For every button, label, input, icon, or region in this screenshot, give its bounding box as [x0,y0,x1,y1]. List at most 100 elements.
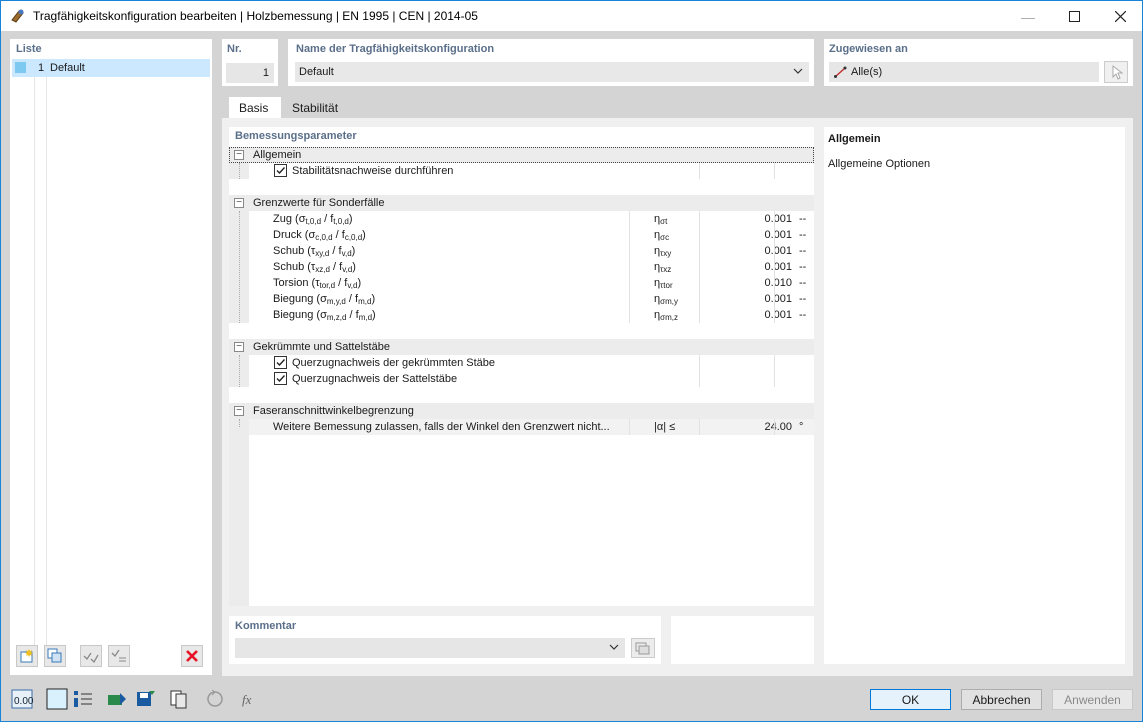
tab-stabilitaet[interactable]: Stabilität [282,97,348,119]
param-value[interactable]: 0.010 [719,277,792,289]
section-title: Gekrümmte und Sattelstäbe [253,341,390,353]
member-icon [834,66,847,81]
info-title: Allgemein [828,133,881,145]
section-curved[interactable]: − Gekrümmte und Sattelstäbe [229,339,814,355]
param-value[interactable]: 0.001 [719,293,792,305]
section-general[interactable]: − Allgemein [229,147,814,163]
param-row[interactable]: Weitere Bemessung zulassen, falls der Wi… [249,419,814,435]
param-symbol: ησm,y [654,293,678,306]
list-item-name: Default [50,62,85,74]
param-unit: -- [799,213,807,225]
assigned-value: Alle(s) [851,66,883,78]
info-icon[interactable] [71,688,95,710]
param-label: Biegung (σm,y,d / fm,d) [273,293,376,306]
comment-side-panel [671,616,814,664]
select-objects-button[interactable] [1104,61,1128,83]
units-icon[interactable]: 0.00 [10,688,34,710]
param-value[interactable]: 0.001 [719,229,792,241]
delete-button[interactable] [181,645,203,667]
param-row[interactable]: Druck (σc,0,d / fc,0,d) ησc 0.001 -- [249,227,814,243]
ok-button[interactable]: OK [870,689,951,710]
param-row[interactable]: Torsion (τtor,d / fv,d) ητtor 0.010 -- [249,275,814,291]
apply-button[interactable]: Anwenden [1052,689,1133,710]
nr-panel: Nr. 1 [222,39,278,86]
param-value[interactable]: 0.001 [719,213,792,225]
close-icon[interactable] [1097,1,1143,32]
nr-label: Nr. [227,43,242,55]
param-row[interactable]: Schub (τxz,d / fv,d) ητxz 0.001 -- [249,259,814,275]
collapse-icon[interactable]: − [234,342,244,352]
param-label: Biegung (σm,z,d / fm,d) [273,309,376,322]
section-fiber-angle[interactable]: − Faseranschnittwinkelbegrenzung [229,403,814,419]
param-value[interactable]: 0.001 [719,245,792,257]
param-label: Weitere Bemessung zulassen, falls der Wi… [273,421,610,433]
uncheck-button[interactable] [108,645,130,667]
param-unit: -- [799,261,807,273]
comment-edit-button[interactable] [631,638,655,658]
collapse-icon[interactable]: − [234,406,244,416]
name-label: Name der Tragfähigkeitskonfiguration [296,43,495,55]
name-select[interactable]: Default [295,62,809,82]
check-all-button[interactable] [80,645,102,667]
param-value[interactable]: 0.001 [719,261,792,273]
save-icon[interactable] [133,688,157,710]
formula-icon[interactable]: fx [238,688,262,710]
library-icon[interactable] [167,688,191,710]
assigned-label: Zugewiesen an [829,43,908,55]
info-text: Allgemeine Optionen [828,158,931,170]
param-label: Schub (τxz,d / fv,d) [273,261,356,274]
list-panel: Liste 1 Default [10,39,212,675]
param-row[interactable]: Zug (σt,0,d / ft,0,d) ησt 0.001 -- [249,211,814,227]
param-unit: -- [799,229,807,241]
name-value: Default [299,66,334,78]
param-value[interactable]: 0.001 [719,309,792,321]
param-symbol: ητtor [654,277,673,290]
color-icon[interactable] [45,688,69,710]
design-parameters-panel: Bemessungsparameter − Allgemein Stabilit… [229,127,814,606]
param-symbol: |α| ≤ [654,421,676,433]
param-value[interactable]: 24.00 [719,421,792,433]
new-item-button[interactable] [16,645,38,667]
param-row[interactable]: Biegung (σm,z,d / fm,d) ησm,z 0.001 -- [249,307,814,323]
nr-field: 1 [226,63,274,83]
import-icon[interactable] [105,688,129,710]
pitched-members-checkbox[interactable] [274,372,287,385]
param-symbol: ητxz [654,261,672,274]
color-swatch-icon [15,62,26,73]
comment-panel: Kommentar [229,616,661,664]
param-row[interactable]: Schub (τxy,d / fv,d) ητxy 0.001 -- [249,243,814,259]
param-label: Stabilitätsnachweise durchführen [292,165,454,177]
chevron-down-icon [608,641,620,656]
title-bar: Tragfähigkeitskonfiguration bearbeiten |… [0,0,1143,31]
param-row: Querzugnachweis der Sattelstäbe [249,371,814,387]
reset-icon[interactable] [203,688,227,710]
param-row: Querzugnachweis der gekrümmten Stäbe [249,355,814,371]
param-symbol: ησm,z [654,309,678,322]
section-limits[interactable]: − Grenzwerte für Sonderfälle [229,195,814,211]
param-unit: ° [799,421,804,433]
param-label: Querzugnachweis der Sattelstäbe [292,373,458,385]
param-label: Torsion (τtor,d / fv,d) [273,277,362,290]
info-panel: Allgemein Allgemeine Optionen [824,127,1125,664]
cancel-button[interactable]: Abbrechen [961,689,1042,710]
tab-basis[interactable]: Basis [229,97,281,119]
minimize-icon[interactable]: — [1005,1,1051,32]
svg-text:0.00: 0.00 [14,696,33,707]
param-row: Stabilitätsnachweise durchführen [249,163,814,179]
collapse-icon[interactable]: − [234,198,244,208]
param-symbol: ησc [654,229,670,242]
param-row[interactable]: Biegung (σm,y,d / fm,d) ησm,y 0.001 -- [249,291,814,307]
list-label: Liste [16,43,42,55]
copy-item-button[interactable] [44,645,66,667]
param-symbol: ητxy [654,245,672,258]
section-title: Allgemein [253,149,302,161]
list-item[interactable]: 1 Default [12,59,210,77]
param-unit: -- [799,293,807,305]
param-unit: -- [799,277,807,289]
stability-checkbox[interactable] [274,164,287,177]
curved-members-checkbox[interactable] [274,356,287,369]
maximize-icon[interactable] [1051,1,1097,32]
collapse-icon[interactable]: − [234,150,244,160]
comment-input[interactable] [235,638,625,658]
param-unit: -- [799,245,807,257]
